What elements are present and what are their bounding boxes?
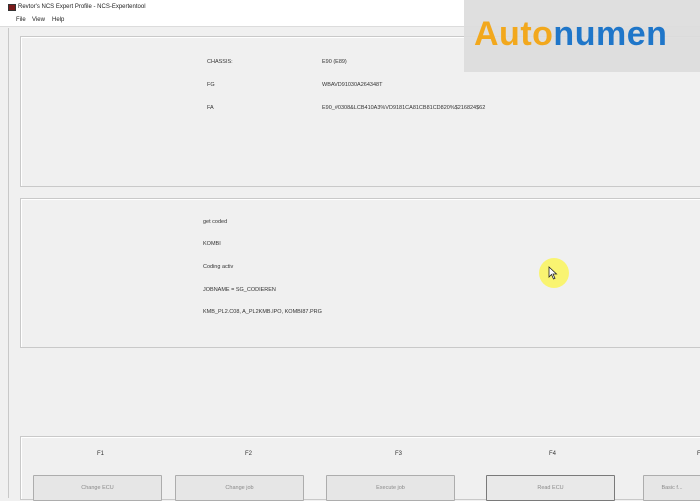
fkey-label-f3: F3 xyxy=(395,451,403,457)
window-title: Revtor's NCS Expert Profile - NCS-Expert… xyxy=(18,4,146,10)
watermark: Autonumen xyxy=(464,0,700,72)
chassis-label: CHASSIS: xyxy=(207,59,233,65)
function-key-bar: F1 F2 F3 F4 F5 Change ECU Change job Exe… xyxy=(20,436,700,501)
log-line: KOMBI xyxy=(203,241,221,247)
read-ecu-button[interactable]: Read ECU xyxy=(486,475,615,501)
execute-job-button[interactable]: Execute job xyxy=(326,475,455,501)
change-job-button[interactable]: Change job xyxy=(175,475,304,501)
mouse-cursor-icon xyxy=(548,266,558,280)
log-line: get coded xyxy=(203,219,228,225)
menu-view[interactable]: View xyxy=(32,14,45,26)
fa-label: FA xyxy=(207,105,214,111)
menu-file[interactable]: File xyxy=(16,14,26,26)
fkey-label-f2: F2 xyxy=(245,451,253,457)
log-line: KMB_PL2.C08, A_PL2KMB.IPO, KOMBI87.PRG xyxy=(203,309,322,315)
app-icon xyxy=(8,4,16,11)
menu-help[interactable]: Help xyxy=(52,14,64,26)
watermark-text-a: Auto xyxy=(474,15,554,53)
main-area: CHASSIS: E90 (E89) FG WBAVD91030A264348T… xyxy=(8,28,700,501)
chassis-value: E90 (E89) xyxy=(322,59,347,65)
fa-value: E90_#0308&LCB410A3%VD9181CA81CB81CD820%$… xyxy=(322,105,486,111)
fg-value: WBAVD91030A264348T xyxy=(322,82,383,88)
job-log-panel: get coded KOMBI Coding activ JOBNAME = S… xyxy=(20,198,700,348)
log-line: JOBNAME = SG_CODIEREN xyxy=(203,287,276,293)
change-ecu-button[interactable]: Change ECU xyxy=(33,475,162,501)
watermark-logo: Autonumen xyxy=(474,12,667,56)
fkey-label-f4: F4 xyxy=(549,451,557,457)
basic-function-button[interactable]: Basic f... xyxy=(643,475,700,501)
watermark-text-b: numen xyxy=(553,15,668,53)
fkey-label-f1: F1 xyxy=(97,451,105,457)
log-line: Coding activ xyxy=(203,264,234,270)
fg-label: FG xyxy=(207,82,215,88)
